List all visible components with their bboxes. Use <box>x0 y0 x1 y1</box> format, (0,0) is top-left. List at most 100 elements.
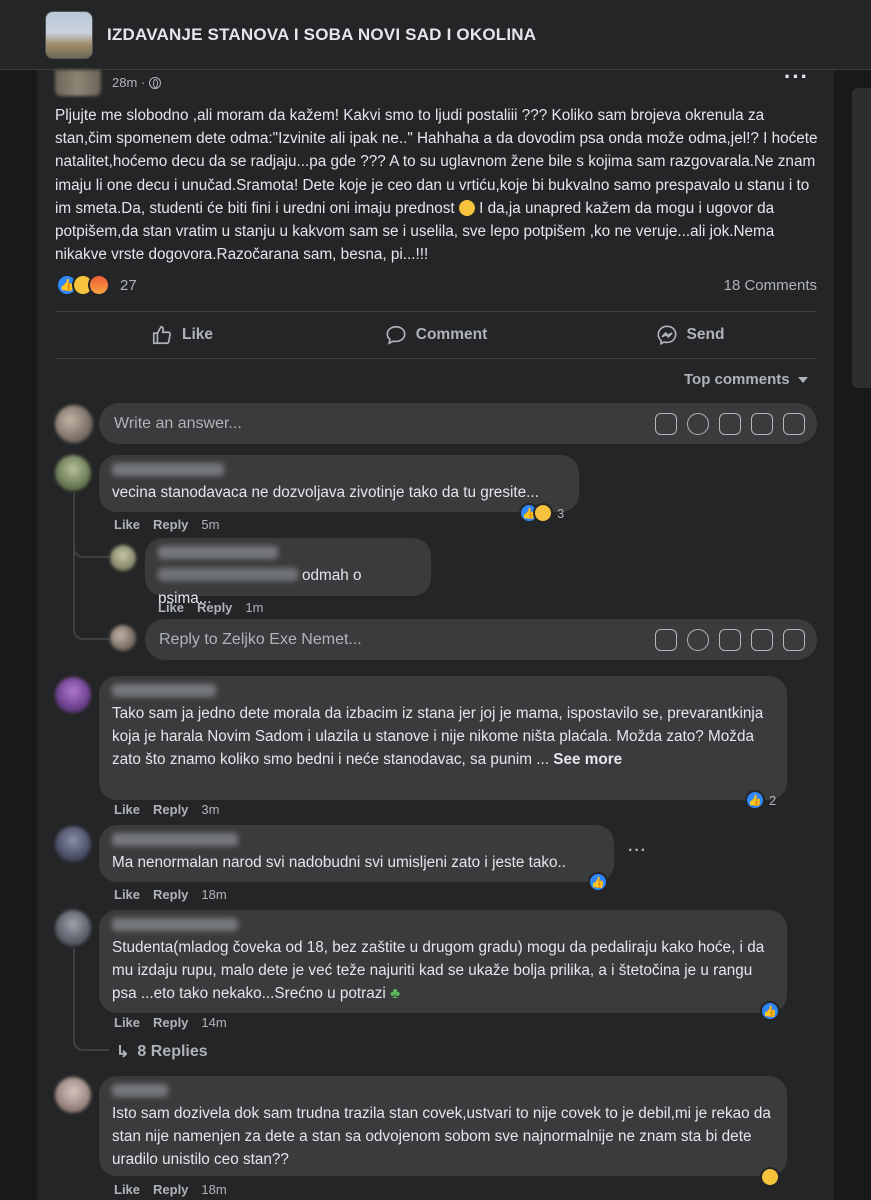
comments-count[interactable]: 18 Comments <box>724 277 817 294</box>
comment-bubble: Studenta(mladog čoveka od 18, bez zaštit… <box>99 910 787 1013</box>
comment-reply-link[interactable]: Reply <box>153 887 188 902</box>
commenter-avatar[interactable] <box>55 826 91 862</box>
comment-reply-link[interactable]: Reply <box>153 1015 188 1030</box>
like-label: Like <box>181 326 213 343</box>
commenter-avatar[interactable] <box>55 910 91 946</box>
avatar-sticker-icon[interactable] <box>655 412 677 435</box>
commenter-name-blurred[interactable] <box>112 463 224 476</box>
see-more-link[interactable]: See more <box>553 751 622 768</box>
sticker-icon[interactable] <box>783 628 805 651</box>
comment-reply-link[interactable]: Reply <box>153 802 188 817</box>
comment-like-link[interactable]: Like <box>114 517 140 532</box>
messenger-icon <box>657 325 677 346</box>
commenter-avatar[interactable] <box>55 677 91 713</box>
thread-connector <box>73 622 109 640</box>
reply-bubble: odmah o psima... <box>145 538 431 607</box>
comment-actions: Like Reply 3m <box>114 802 219 817</box>
mention-blurred[interactable] <box>158 568 298 581</box>
comment-like-link[interactable]: Like <box>114 1182 140 1197</box>
like-reaction-icon: 👍 <box>745 790 765 810</box>
reaction-summary[interactable]: 👍 27 <box>56 274 137 296</box>
post-time[interactable]: 28m · <box>112 75 145 90</box>
comment-reactions[interactable]: 👍 2 <box>745 790 776 810</box>
commenter-name-blurred[interactable] <box>112 918 238 931</box>
reply-like-link[interactable]: Like <box>158 600 184 615</box>
reply-placeholder: Reply to Zeljko Exe Nemet... <box>159 630 362 648</box>
comment-like-link[interactable]: Like <box>114 1015 140 1030</box>
comment-actions: Like Reply 18m <box>114 1182 227 1197</box>
comment-actions: Like Reply 5m <box>114 517 219 532</box>
sort-comments-dropdown[interactable]: Top comments <box>684 371 808 388</box>
emoji-icon[interactable] <box>687 412 709 435</box>
comment-actions: Like Reply 14m <box>114 1015 227 1030</box>
like-button[interactable]: Like <box>55 313 309 357</box>
thread-line <box>73 493 75 623</box>
reply-input[interactable]: Reply to Zeljko Exe Nemet... <box>145 619 817 660</box>
reply-actions: Like Reply 1m <box>158 600 263 615</box>
comment-bubble: vecina stanodavaca ne dozvoljava zivotin… <box>99 455 579 512</box>
reaction-count: 3 <box>557 505 565 521</box>
divider <box>55 358 817 359</box>
scrollbar[interactable] <box>852 88 871 388</box>
comment-reactions[interactable]: 👍 <box>588 872 608 892</box>
sort-label: Top comments <box>684 371 790 388</box>
post-body: Pljujte me slobodno ,ali moram da kažem!… <box>55 104 820 266</box>
comment-time[interactable]: 3m <box>201 802 219 817</box>
sad-reaction-icon <box>533 503 553 523</box>
gif-icon[interactable] <box>751 412 773 435</box>
comment-text: Tako sam ja jedno dete morala da izbacim… <box>112 705 764 768</box>
camera-icon[interactable] <box>719 412 741 435</box>
comment-bubble: Ma nenormalan narod svi nadobudni svi um… <box>99 825 614 882</box>
thumbs-up-icon <box>152 325 171 345</box>
commenter-avatar[interactable] <box>55 1077 91 1113</box>
comment-time[interactable]: 5m <box>201 517 219 532</box>
care-reaction-icon <box>760 1167 780 1187</box>
globe-icon <box>149 76 162 89</box>
camera-icon[interactable] <box>719 628 741 651</box>
emoji-icon[interactable] <box>687 628 709 651</box>
thread-connector <box>73 1035 109 1051</box>
like-reaction-icon: 👍 <box>588 872 608 892</box>
comment-like-link[interactable]: Like <box>114 887 140 902</box>
comment-time[interactable]: 18m <box>201 1182 226 1197</box>
comment-bubble: Tako sam ja jedno dete morala da izbacim… <box>99 676 787 800</box>
reply-avatar[interactable] <box>110 545 136 571</box>
avatar-sticker-icon[interactable] <box>655 628 677 651</box>
comment-reactions[interactable]: 👍 <box>760 1001 780 1021</box>
send-button[interactable]: Send <box>563 313 817 357</box>
comment-reply-link[interactable]: Reply <box>153 1182 188 1197</box>
comment-like-link[interactable]: Like <box>114 802 140 817</box>
comment-button[interactable]: Comment <box>309 313 563 357</box>
group-cover-thumbnail[interactable] <box>45 10 93 59</box>
commenter-name-blurred[interactable] <box>112 833 238 846</box>
commenter-avatar[interactable] <box>55 455 91 491</box>
commenter-name-blurred[interactable] <box>112 1084 168 1097</box>
group-title[interactable]: IZDAVANJE STANOVA I SOBA NOVI SAD I OKOL… <box>107 25 536 45</box>
reaction-count: 27 <box>120 276 137 294</box>
commenter-name-blurred[interactable] <box>112 684 216 697</box>
sticker-icon[interactable] <box>783 412 805 435</box>
clover-emoji-icon: ♣ <box>390 984 401 1002</box>
reply-time[interactable]: 1m <box>245 600 263 615</box>
comment-time[interactable]: 14m <box>201 1015 226 1030</box>
post-meta: 28m · <box>112 75 162 90</box>
comment-reactions[interactable] <box>760 1167 780 1187</box>
comment-input[interactable]: Write an answer... <box>99 403 817 444</box>
reply-reply-link[interactable]: Reply <box>197 600 232 615</box>
comment-reactions[interactable]: 👍 3 <box>519 503 564 523</box>
comment-time[interactable]: 18m <box>201 887 226 902</box>
post-options-icon[interactable]: ··· <box>784 64 809 90</box>
my-avatar-small <box>110 625 136 651</box>
replier-name-blurred[interactable] <box>158 546 278 559</box>
speech-bubble-icon <box>386 325 406 345</box>
thread-connector <box>73 540 109 558</box>
my-avatar <box>55 405 93 443</box>
gif-icon[interactable] <box>751 628 773 651</box>
view-replies-link[interactable]: ↳ 8 Replies <box>116 1042 208 1062</box>
comment-reply-link[interactable]: Reply <box>153 517 188 532</box>
comment-text: vecina stanodavaca ne dozvoljava zivotin… <box>112 484 539 501</box>
author-avatar[interactable] <box>55 70 101 96</box>
angry-reaction-icon <box>88 274 110 296</box>
chevron-down-icon <box>797 376 808 383</box>
comment-options-icon[interactable]: ··· <box>628 842 647 860</box>
